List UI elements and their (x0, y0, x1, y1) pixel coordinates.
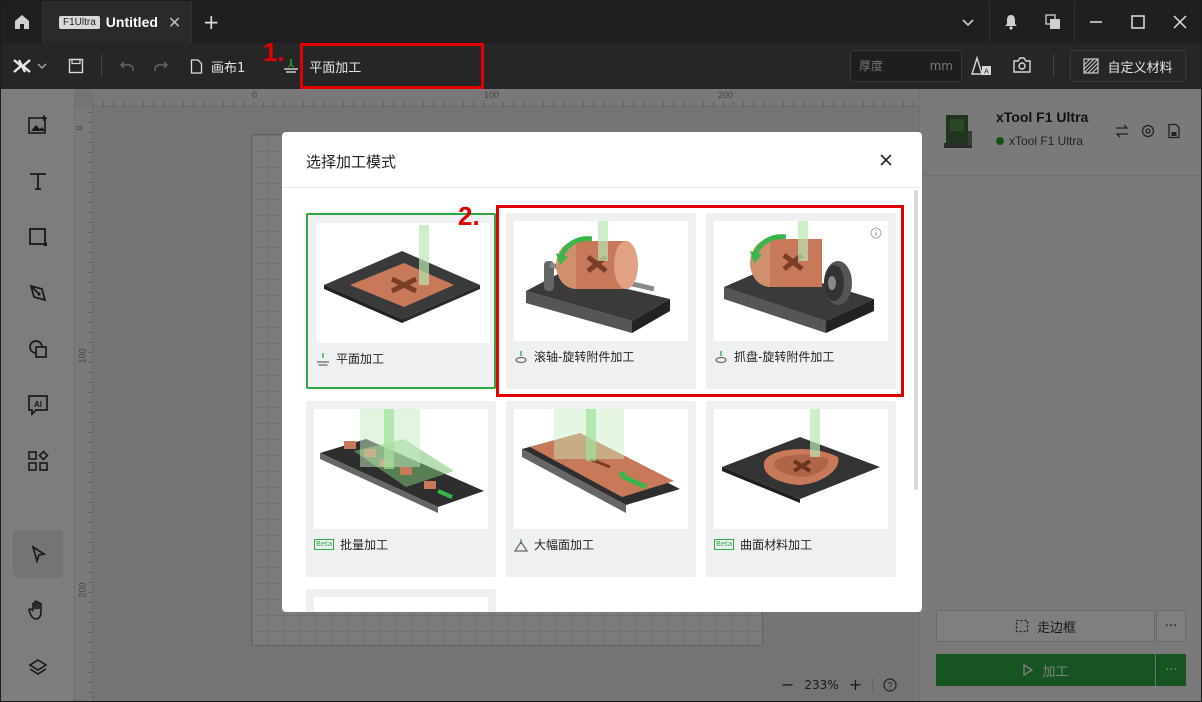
minimize-icon (1090, 21, 1102, 23)
mode-card-label: 平面加工 (336, 352, 385, 366)
window-switch-button[interactable] (1032, 1, 1074, 43)
chevron-down-icon (962, 19, 974, 27)
redo-icon (154, 61, 168, 71)
annotation-box-step2 (496, 205, 904, 397)
mode-card-label: 批量加工 (340, 538, 389, 552)
chevron-down-icon (37, 63, 47, 69)
home-button[interactable] (1, 1, 43, 43)
redo-button[interactable] (144, 43, 178, 89)
dialog-header: 选择加工模式 (282, 132, 922, 188)
bell-icon (1005, 15, 1017, 30)
large-mode-icon (514, 538, 528, 552)
flat-mode-icon (284, 59, 299, 73)
close-window-button[interactable] (1159, 1, 1201, 43)
windows-icon (1045, 14, 1060, 29)
notifications-button[interactable] (990, 1, 1032, 43)
flat-mode-illustration (316, 223, 490, 343)
divider (101, 55, 102, 77)
mode-card-batch[interactable]: Beta 批量加工 (306, 401, 496, 577)
mode-card-large-format[interactable]: 大幅面加工 (506, 401, 696, 577)
material-pattern-icon (1083, 58, 1100, 74)
home-icon (14, 15, 29, 29)
tab-title: Untitled (105, 14, 158, 30)
mode-card-curved-surface[interactable]: Beta 曲面材料加工 (706, 401, 896, 577)
thickness-unit: mm (929, 59, 953, 73)
large-format-illustration (514, 409, 688, 529)
annotation-step1: 1. (263, 37, 285, 67)
auto-measure-icon: A (971, 55, 991, 76)
minimize-button[interactable] (1075, 1, 1117, 43)
close-icon (880, 154, 892, 166)
save-icon (68, 58, 84, 74)
device-badge: F1Ultra (59, 15, 100, 29)
document-icon (190, 58, 203, 74)
undo-button[interactable] (110, 43, 144, 89)
save-button[interactable] (59, 43, 93, 89)
xtool-logo-icon (13, 59, 31, 73)
annotation-step2: 2. (458, 201, 480, 231)
dialog-scrollbar[interactable] (914, 190, 918, 490)
mode-card-flat[interactable]: 平面加工 (306, 213, 496, 389)
beta-badge: Beta (714, 539, 735, 550)
new-tab-button[interactable]: + (192, 1, 230, 43)
svg-text:A: A (984, 69, 989, 76)
auto-measure-button[interactable]: A (971, 55, 993, 81)
maximize-icon (1131, 15, 1145, 29)
mode-card-more[interactable] (306, 589, 496, 612)
mode-card-label: 大幅面加工 (534, 538, 595, 552)
divider (1053, 55, 1054, 77)
undo-icon (120, 61, 134, 71)
beta-badge: Beta (314, 539, 335, 550)
mode-card-illustration (314, 597, 488, 612)
flat-mode-icon (317, 352, 329, 366)
dialog-close-button[interactable] (876, 150, 896, 170)
close-tab-icon[interactable]: ✕ (168, 13, 181, 32)
mode-card-label: 曲面材料加工 (740, 538, 813, 552)
curved-surface-illustration (714, 409, 888, 529)
canvas-selector[interactable]: 画布1 (190, 57, 245, 76)
camera-button[interactable] (1012, 56, 1032, 78)
thickness-input[interactable] (859, 59, 919, 73)
close-window-icon (1173, 15, 1187, 29)
title-bar: F1Ultra Untitled ✕ + (1, 1, 1201, 43)
maximize-button[interactable] (1117, 1, 1159, 43)
main-toolbar: 画布1 平面加工 mm A 自定义材料 (1, 43, 1201, 89)
camera-icon (1013, 57, 1031, 73)
app-window: F1Ultra Untitled ✕ + 画布1 平面加工 厚度 mm A 自定… (0, 0, 1202, 702)
canvas-label: 画布1 (211, 60, 246, 76)
document-tab[interactable]: F1Ultra Untitled ✕ (43, 1, 193, 43)
app-menu-button[interactable] (1, 43, 59, 89)
plus-icon: + (202, 10, 220, 34)
dropdown-button[interactable] (947, 1, 989, 43)
custom-material-label: 自定义材料 (1107, 60, 1173, 76)
dialog-title: 选择加工模式 (306, 153, 397, 171)
thickness-field[interactable]: mm (850, 50, 962, 82)
custom-material-button[interactable]: 自定义材料 (1070, 50, 1186, 82)
batch-mode-illustration (314, 409, 488, 529)
annotation-box-step1 (300, 43, 484, 89)
